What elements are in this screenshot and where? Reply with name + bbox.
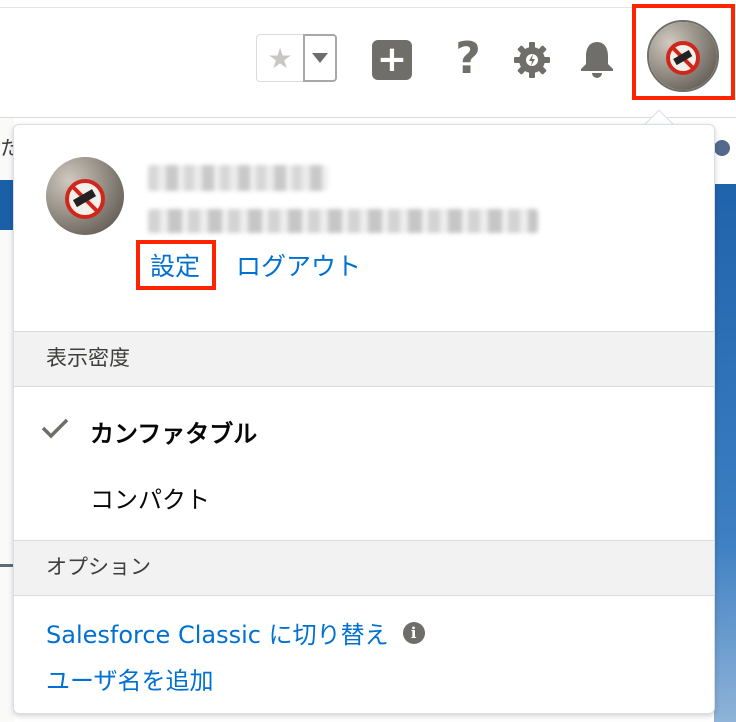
- settings-highlight-box: [136, 240, 216, 290]
- avatar-image: [46, 157, 124, 235]
- switch-to-classic-item: Salesforce Classic に切り替え i: [46, 615, 425, 650]
- background-page-right: [714, 118, 736, 722]
- switch-to-classic-link[interactable]: Salesforce Classic に切り替え: [46, 615, 389, 650]
- gear-icon: [514, 42, 550, 78]
- favorites-group: ★: [256, 34, 337, 82]
- user-profile-panel: 設定 ログアウト 表示密度 カンファタブル コンパクト オプション Salesf…: [13, 124, 715, 714]
- density-section-header: 表示密度: [14, 331, 714, 387]
- density-option-compact[interactable]: コンパクト: [14, 467, 714, 527]
- question-mark-icon: ?: [455, 33, 481, 84]
- background-icon-fragment: [714, 140, 730, 156]
- background-text-fragment: た: [0, 136, 14, 160]
- options-section-header: オプション: [14, 540, 714, 596]
- add-username-link[interactable]: ユーザ名を追加: [46, 661, 214, 696]
- chevron-down-icon: [312, 53, 328, 63]
- header-divider: [0, 7, 736, 8]
- star-icon: ★: [267, 41, 293, 75]
- help-button[interactable]: ?: [450, 34, 486, 84]
- background-divider: [0, 564, 14, 567]
- add-username-item: ユーザ名を追加: [46, 661, 214, 696]
- plus-icon: +: [376, 39, 408, 80]
- info-icon[interactable]: i: [402, 621, 425, 644]
- density-option-comfy[interactable]: カンファタブル: [14, 401, 714, 461]
- favorites-button[interactable]: ★: [256, 34, 304, 82]
- bell-icon: [581, 42, 613, 78]
- favorites-dropdown-button[interactable]: [303, 34, 337, 82]
- user-email-redacted: [148, 209, 538, 233]
- background-banner: [0, 180, 14, 230]
- checkmark-icon: [14, 416, 90, 446]
- setup-button[interactable]: [512, 40, 552, 80]
- density-option-label: カンファタブル: [90, 419, 258, 448]
- avatar-highlight-box: [632, 4, 735, 100]
- no-sign-icon: [65, 179, 105, 219]
- notifications-button[interactable]: [576, 38, 618, 80]
- logout-link[interactable]: ログアウト: [236, 247, 361, 283]
- global-header: ★ + ?: [0, 0, 736, 118]
- global-actions-button[interactable]: +: [372, 40, 412, 80]
- user-name-redacted: [148, 165, 328, 191]
- profile-avatar: [46, 157, 124, 235]
- density-option-label: コンパクト: [90, 485, 210, 514]
- background-page-left: た: [0, 118, 14, 722]
